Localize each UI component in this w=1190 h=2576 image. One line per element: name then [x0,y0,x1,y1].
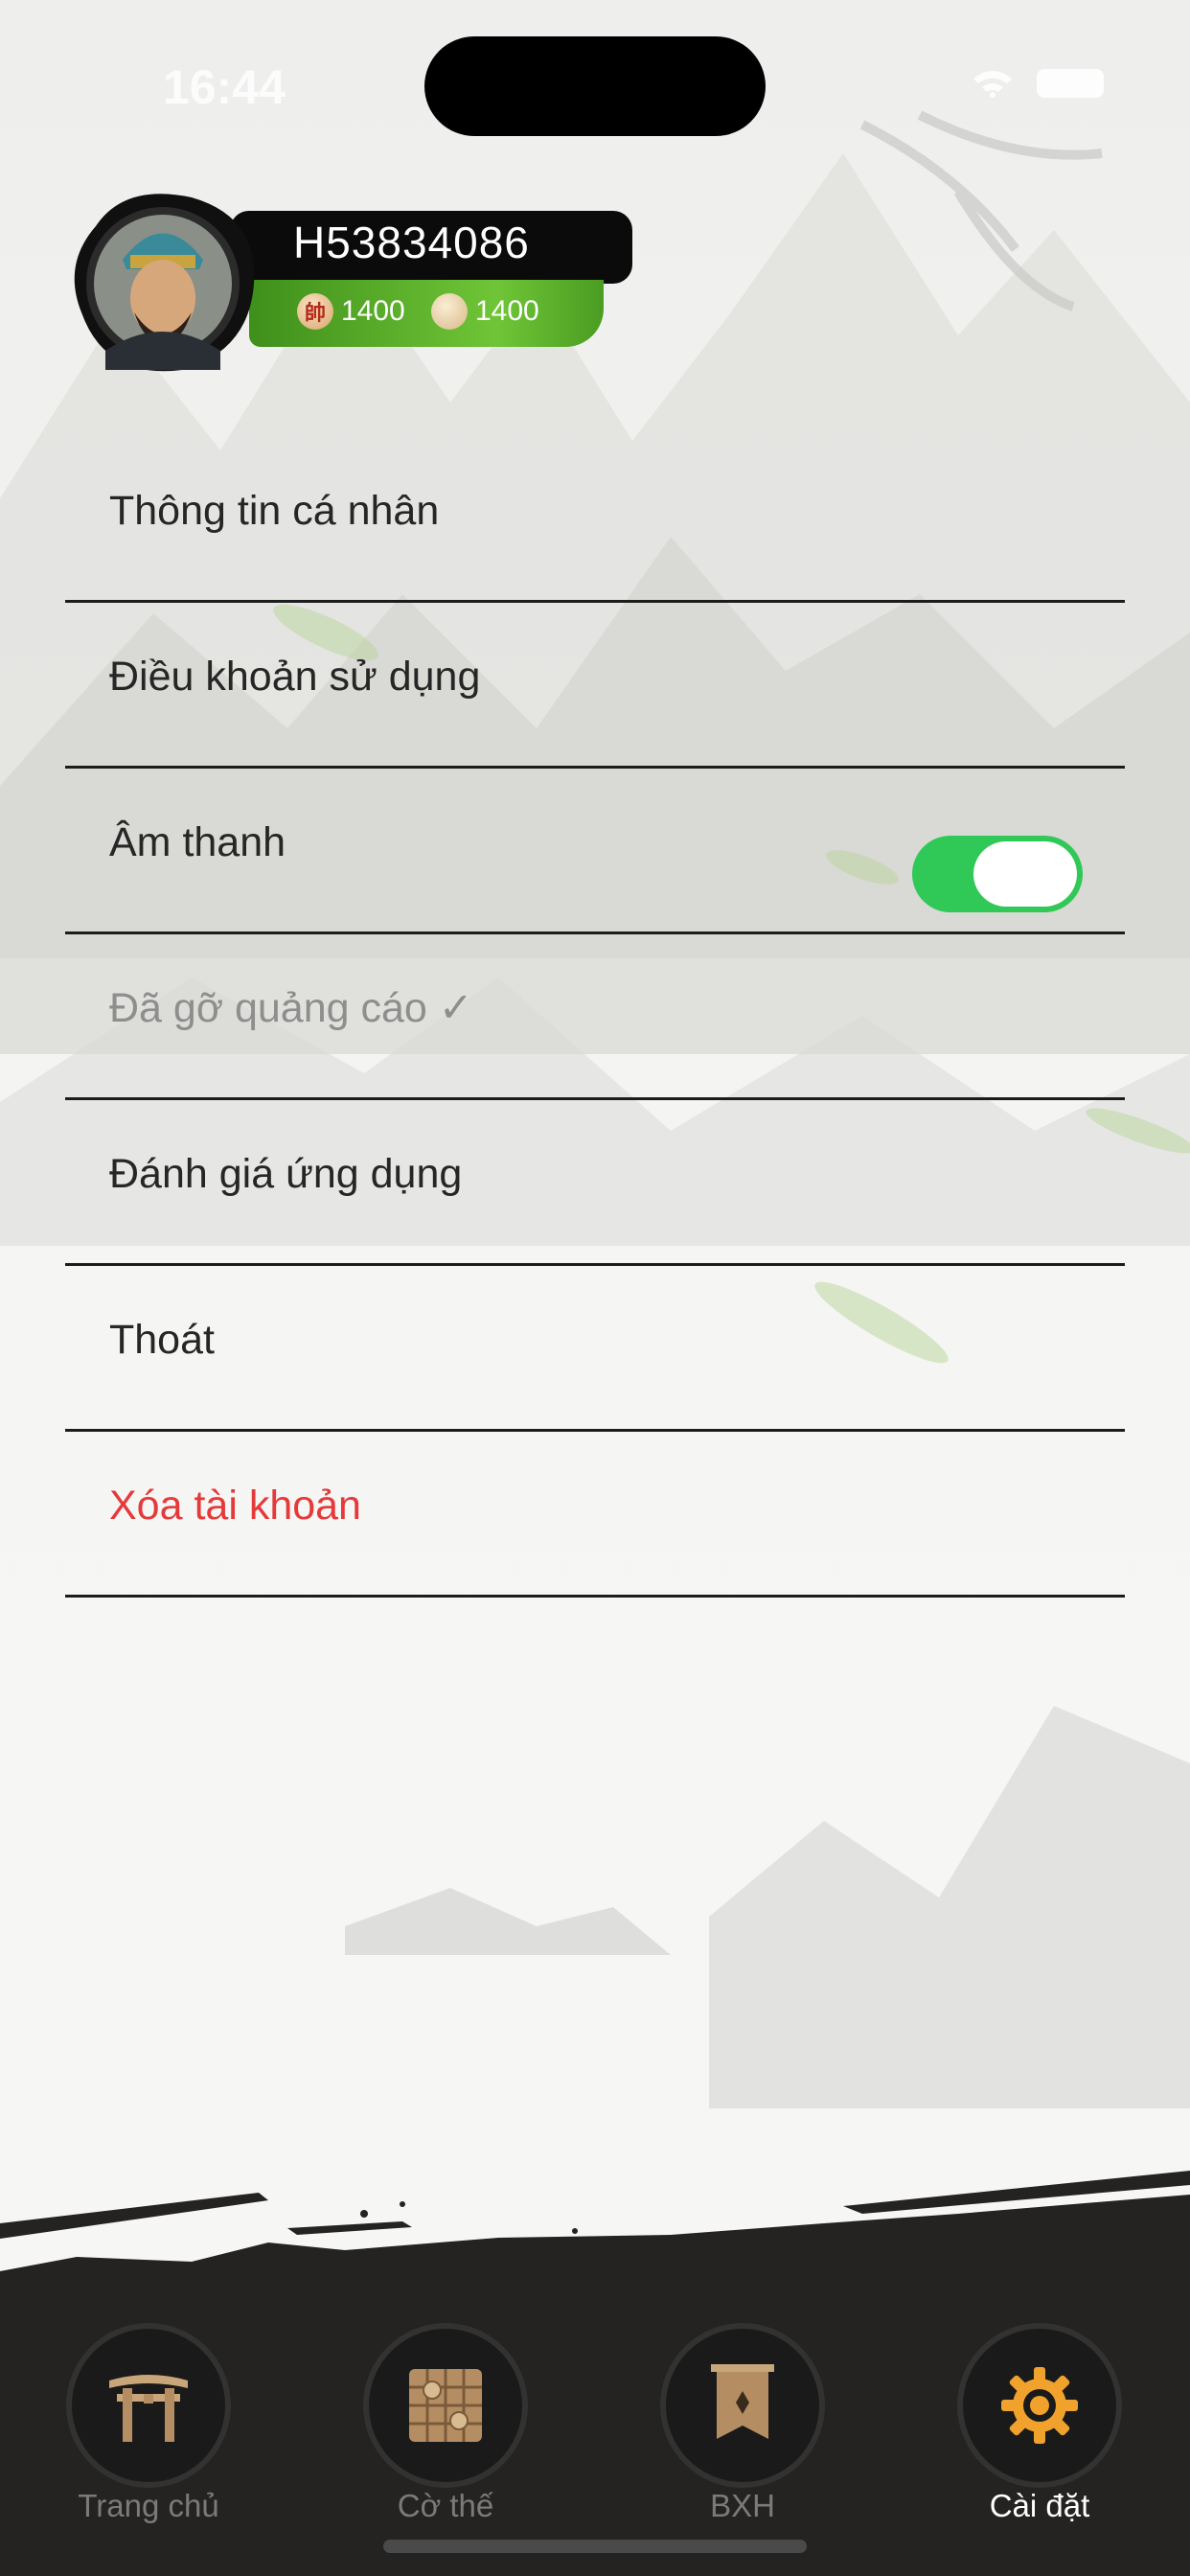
wifi-icon [973,71,1012,98]
tab-leaderboard[interactable]: BXH [594,2329,891,2540]
gate-icon [109,2375,188,2442]
banner-icon [711,2364,774,2439]
avatar[interactable] [67,188,259,380]
tab-label: Trang chủ [78,2488,219,2523]
menu-item-label: Thông tin cá nhân [109,487,440,534]
menu-item-sound: Âm thanh [65,769,1125,934]
settings-menu: Thông tin cá nhân Điều khoản sử dụng Âm … [65,437,1125,1598]
menu-item-ads-removed: Đã gỡ quảng cáo ✓ [65,934,1125,1100]
menu-item-rate-app[interactable]: Đánh giá ứng dụng [65,1100,1125,1266]
menu-item-logout[interactable]: Thoát [65,1266,1125,1432]
currency-general: 帥 1400 [297,293,405,330]
gold-coin-value: 1400 [475,295,539,327]
tab-icon-circle [963,2329,1116,2482]
menu-item-terms[interactable]: Điều khoản sử dụng [65,603,1125,769]
tab-chess-puzzles[interactable]: Cờ thế [297,2329,594,2540]
profile-header[interactable]: H53834086 帥 1400 1400 [67,188,642,380]
tab-label: Cài đặt [989,2488,1090,2523]
tab-icon-circle [666,2329,819,2482]
menu-item-label: Thoát [109,1316,215,1363]
tab-icon-circle [369,2329,522,2482]
menu-item-label: Âm thanh [109,818,286,865]
menu-item-label: Đã gỡ quảng cáo ✓ [109,985,473,1031]
toggle-knob [973,841,1077,907]
tab-bar: Trang chủ Cờ thế BXH Cài đặt [0,2329,1190,2540]
currency-gold: 1400 [431,293,539,330]
status-icons [972,69,1104,98]
home-indicator [383,2540,807,2553]
tab-label: BXH [710,2488,775,2523]
tab-settings[interactable]: Cài đặt [891,2329,1188,2540]
chessboard-icon [409,2369,482,2442]
sound-toggle[interactable] [912,836,1083,912]
general-coin-icon: 帥 [297,293,333,330]
battery-icon [1037,69,1104,98]
dynamic-island [424,36,766,136]
menu-item-label: Điều khoản sử dụng [109,653,481,700]
tab-icon-circle [72,2329,225,2482]
menu-item-label: Xóa tài khoản [109,1482,361,1529]
gear-icon [1001,2367,1078,2444]
menu-item-profile-info[interactable]: Thông tin cá nhân [65,437,1125,603]
tab-home[interactable]: Trang chủ [0,2329,297,2540]
general-coin-value: 1400 [341,295,405,327]
menu-item-delete-account[interactable]: Xóa tài khoản [65,1432,1125,1598]
status-time: 16:44 [163,60,286,114]
tab-label: Cờ thế [397,2488,494,2523]
player-name: H53834086 [293,218,530,267]
menu-item-label: Đánh giá ứng dụng [109,1150,463,1197]
gold-coin-icon [431,293,468,330]
